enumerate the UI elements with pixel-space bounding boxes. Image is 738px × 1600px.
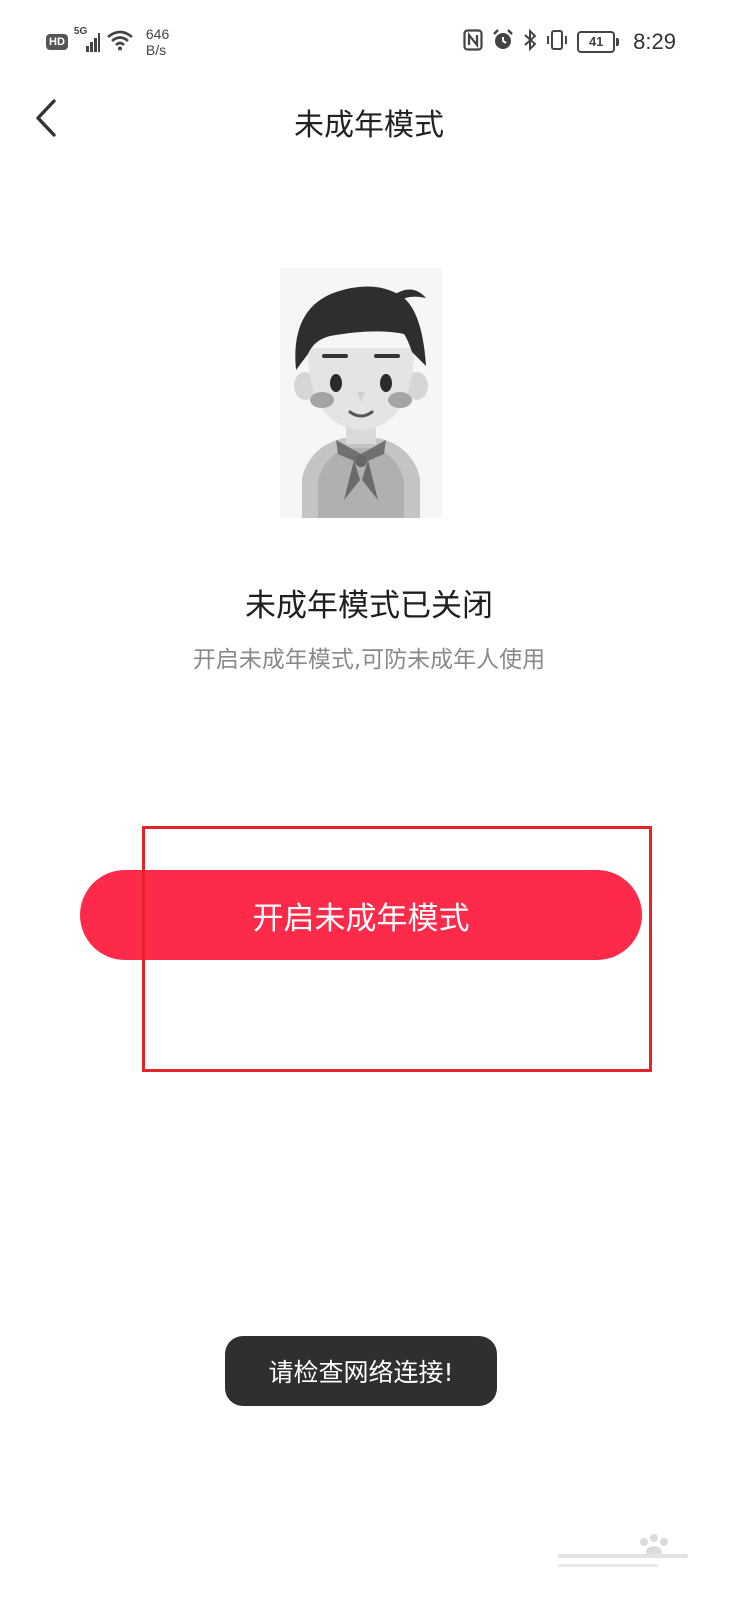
nav-bar: 未成年模式: [0, 84, 738, 156]
enable-minor-mode-button[interactable]: 开启未成年模式: [80, 870, 642, 960]
status-title: 未成年模式已关闭: [245, 588, 493, 624]
page-title: 未成年模式: [294, 108, 444, 143]
wifi-icon: [106, 29, 134, 55]
baidu-watermark-icon: [548, 1532, 698, 1582]
alarm-icon: [491, 28, 515, 56]
battery-icon: 41: [577, 31, 620, 53]
hd-badge: HD: [46, 34, 68, 50]
toast-message: 请检查网络连接!: [268, 1358, 454, 1387]
net-speed: 646 B/s: [146, 26, 169, 58]
status-bar: HD 5G 646 B/s 41 8:29: [0, 0, 738, 84]
nfc-icon: [463, 29, 483, 55]
status-description: 开启未成年模式,可防未成年人使用: [192, 647, 546, 673]
net-speed-unit: B/s: [145, 42, 167, 58]
clock: 8:29: [633, 29, 676, 54]
bluetooth-icon: [523, 28, 537, 56]
vibrate-icon: [545, 28, 569, 56]
network-error-toast: 请检查网络连接!: [225, 1336, 497, 1406]
net-speed-value: 646: [145, 26, 170, 42]
status-bar-left: HD 5G 646 B/s: [46, 22, 169, 62]
status-bar-right: 41 8:29: [463, 24, 676, 60]
boy-avatar-icon: [280, 268, 442, 518]
signal-icon: 5G: [74, 26, 100, 54]
